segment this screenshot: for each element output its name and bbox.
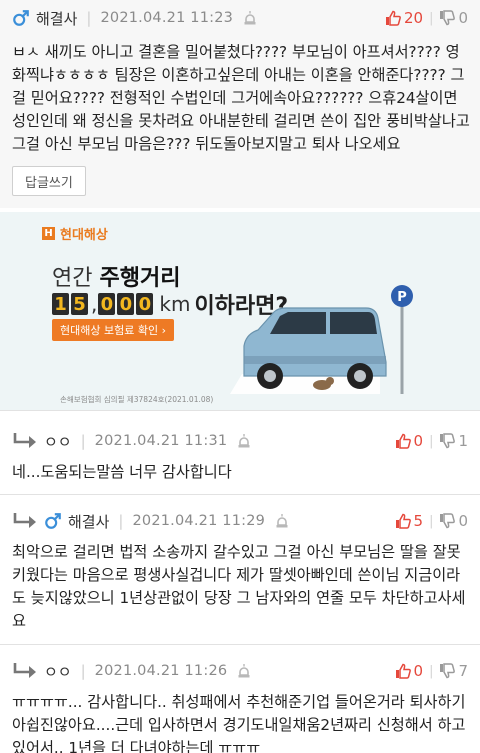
comment-author[interactable]: ㅇㅇ xyxy=(44,661,72,682)
divider: | xyxy=(86,9,92,27)
comment-item: ㅇㅇ | 2021.04.21 11:31 0 | 1 네...도움되는말씀 너… xyxy=(0,410,480,494)
comment-text: 최악으로 걸리면 법적 소송까지 갈수있고 그걸 아신 부모님은 딸을 잘못키웠… xyxy=(12,543,466,630)
comment-item: 해결사 | 2021.04.21 11:23 20 | 0 ㅂㅅ 새끼도 아니고… xyxy=(0,0,480,208)
ad-disclaimer: 손해보험협회 심의필 제37824호(2021.01.08) xyxy=(60,395,214,404)
thumb-up-icon[interactable] xyxy=(385,10,401,26)
comment-item: ㅇㅇ | 2021.04.21 11:26 0 | 7 ㅠㅠㅠㅠ... 감사합니… xyxy=(0,644,480,753)
divider: | xyxy=(80,662,86,680)
divider: | xyxy=(429,433,434,449)
odometer-comma: , xyxy=(91,292,98,316)
reply-arrow-icon xyxy=(13,513,36,528)
downvote-count: 0 xyxy=(458,9,468,27)
odometer-digit: 0 xyxy=(136,293,154,315)
thumb-up-icon[interactable] xyxy=(395,663,411,679)
report-icon[interactable] xyxy=(237,663,251,679)
upvote-count: 0 xyxy=(413,432,424,450)
ad-brand-logo: H 현대해상 xyxy=(42,224,108,243)
divider: | xyxy=(429,513,434,529)
divider: | xyxy=(118,512,124,530)
comment-date: 2021.04.21 11:26 xyxy=(94,663,228,679)
comment-meta: 해결사 | 2021.04.21 11:29 5 | 0 xyxy=(0,505,480,537)
parking-sign-letter: P xyxy=(397,290,407,305)
reply-arrow-icon xyxy=(13,663,36,678)
odometer-digit: 1 xyxy=(52,293,69,315)
comment-date: 2021.04.21 11:23 xyxy=(100,10,234,26)
odometer-digit: 0 xyxy=(98,293,116,315)
vote-group: 0 | 7 xyxy=(395,662,468,680)
vote-group: 0 | 1 xyxy=(395,432,468,450)
thumb-down-icon[interactable] xyxy=(439,10,456,26)
report-icon[interactable] xyxy=(237,433,251,449)
ad-brand-name: 현대해상 xyxy=(60,228,108,243)
reply-arrow-icon xyxy=(13,433,36,448)
divider: | xyxy=(80,432,86,450)
comment-meta: ㅇㅇ | 2021.04.21 11:31 0 | 1 xyxy=(0,425,480,457)
odometer-digit: 5 xyxy=(71,293,88,315)
comment-meta: ㅇㅇ | 2021.04.21 11:26 0 | 7 xyxy=(0,655,480,687)
comment-date: 2021.04.21 11:29 xyxy=(132,513,266,529)
divider: | xyxy=(429,10,434,26)
downvote-count: 1 xyxy=(458,432,468,450)
vote-group: 5 | 0 xyxy=(395,512,468,530)
thumb-up-icon[interactable] xyxy=(395,513,411,529)
downvote-count: 7 xyxy=(458,662,468,680)
report-icon[interactable] xyxy=(275,513,289,529)
upvote-count: 5 xyxy=(413,512,424,530)
odometer-digit: 0 xyxy=(117,293,135,315)
ad-cta-button[interactable]: 현대해상 보험료 확인 › xyxy=(52,319,174,341)
comment-text: ㅂㅅ 새끼도 아니고 결혼을 밀어붙쳤다???? 부모님이 아프셔서???? 영… xyxy=(12,43,470,153)
male-icon xyxy=(45,513,61,529)
odometer-unit: km xyxy=(159,292,191,316)
upvote-count: 0 xyxy=(413,662,424,680)
upvote-count: 20 xyxy=(403,9,424,27)
downvote-count: 0 xyxy=(458,512,468,530)
comment-author[interactable]: 해결사 xyxy=(36,8,77,29)
thumb-down-icon[interactable] xyxy=(439,433,456,449)
brand-mark-icon: H xyxy=(42,227,55,240)
ad-banner[interactable]: H 현대해상 연간 주행거리 1 5 , 0 0 0 km 이하라면? 현대해상… xyxy=(0,212,480,410)
vote-group: 20 | 0 xyxy=(385,9,468,27)
divider: | xyxy=(429,663,434,679)
comment-text: ㅠㅠㅠㅠ... 감사합니다.. 취성패에서 추천해준기업 들어온거라 퇴사하기 … xyxy=(12,693,466,753)
comment-text: 네...도움되는말씀 너무 감사합니다 xyxy=(12,463,232,481)
car-illustration: P xyxy=(230,285,413,394)
comment-item: 해결사 | 2021.04.21 11:29 5 | 0 최악으로 걸리면 법적… xyxy=(0,494,480,644)
male-icon xyxy=(13,10,29,26)
report-icon[interactable] xyxy=(243,10,257,26)
comment-meta: 해결사 | 2021.04.21 11:23 20 | 0 xyxy=(0,2,480,34)
comment-date: 2021.04.21 11:31 xyxy=(94,433,228,449)
reply-button[interactable]: 답글쓰기 xyxy=(12,166,86,196)
thumb-up-icon[interactable] xyxy=(395,433,411,449)
thumb-down-icon[interactable] xyxy=(439,513,456,529)
thumb-down-icon[interactable] xyxy=(439,663,456,679)
comment-author[interactable]: ㅇㅇ xyxy=(44,431,72,452)
comment-author[interactable]: 해결사 xyxy=(68,511,109,532)
